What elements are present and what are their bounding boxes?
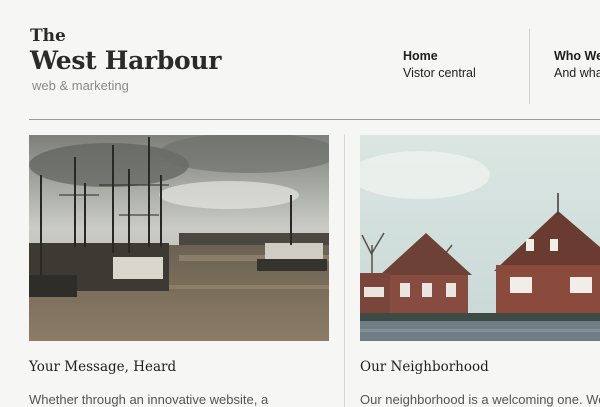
header-rule bbox=[29, 119, 600, 120]
nav-item-who[interactable]: Who We And wha bbox=[554, 48, 600, 82]
card-text: Our neighborhood is a welcoming one. We bbox=[360, 392, 600, 407]
column-divider bbox=[344, 134, 345, 407]
feature-card: Your Message, Heard Whether through an i… bbox=[29, 135, 329, 407]
nav-item-home[interactable]: Home Vistor central bbox=[403, 48, 476, 82]
nav-item-subtitle: And wha bbox=[554, 66, 600, 80]
logo-line-the: The bbox=[30, 26, 66, 46]
card-text: Whether through an innovative website, a bbox=[29, 392, 269, 407]
harbor-photo[interactable] bbox=[29, 135, 329, 341]
main-nav: Home Vistor central Who We And wha bbox=[0, 48, 600, 108]
feature-card: Our Neighborhood Our neighborhood is a w… bbox=[360, 135, 600, 407]
card-title[interactable]: Your Message, Heard bbox=[29, 359, 329, 375]
neighborhood-photo[interactable] bbox=[360, 135, 600, 341]
nav-item-subtitle: Vistor central bbox=[403, 66, 476, 80]
card-title[interactable]: Our Neighborhood bbox=[360, 359, 600, 375]
nav-divider bbox=[529, 29, 530, 104]
nav-item-title: Home bbox=[403, 49, 438, 63]
nav-item-title: Who We bbox=[554, 49, 600, 63]
